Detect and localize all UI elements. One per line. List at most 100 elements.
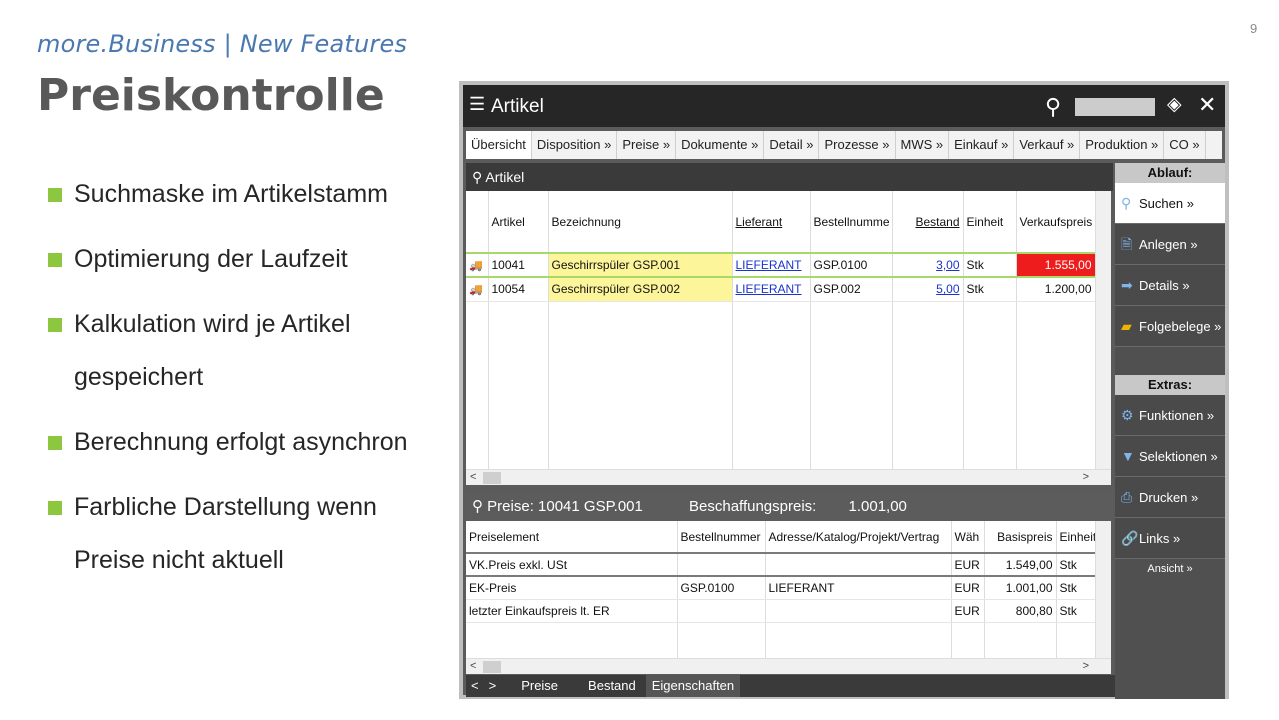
table-row[interactable]: VK.Preis exkl. USt EUR 1.549,00 Stk bbox=[466, 552, 1096, 577]
scroll-left-icon[interactable]: < bbox=[470, 660, 476, 672]
column-header[interactable]: Preiselement bbox=[466, 521, 678, 553]
details-button[interactable]: ➡ Details » bbox=[1115, 265, 1225, 306]
cell-bestand-link[interactable]: 3,00 bbox=[892, 252, 964, 278]
column-header[interactable]: Bestellnummer bbox=[677, 521, 766, 553]
cell-bestand-link[interactable]: 5,00 bbox=[892, 277, 964, 302]
cell-basispreis: 800,80 bbox=[984, 599, 1057, 623]
table-row[interactable]: 🚚 10054 Geschirrspüler GSP.002 LIEFERANT… bbox=[466, 277, 1096, 302]
right-action-panel: Ablauf: ⚲ Suchen » 🗎 Anlegen » ➡ Details » … bbox=[1115, 163, 1225, 699]
cell-preiselement: EK-Preis bbox=[466, 576, 678, 600]
tab-verkauf[interactable]: Verkauf » bbox=[1014, 131, 1081, 159]
cell-bestellnummer bbox=[677, 552, 766, 577]
tab-disposition[interactable]: Disposition » bbox=[532, 131, 618, 159]
gear-icon: ⚙ bbox=[1121, 407, 1134, 423]
tab-einkauf[interactable]: Einkauf » bbox=[949, 131, 1015, 159]
truck-icon: 🚚 bbox=[466, 277, 489, 302]
slide-subtitle: more.Business | New Features bbox=[37, 30, 408, 58]
bullet-item: Kalkulation wird je Artikel gespeichert bbox=[48, 298, 428, 404]
tab-co[interactable]: CO » bbox=[1164, 131, 1206, 159]
bullet-item: Farbliche Darstellung wenn Preise nicht … bbox=[48, 481, 428, 587]
artikel-section-header: ⚲ Artikel bbox=[466, 163, 1113, 191]
cell-einheit: Stk bbox=[1056, 576, 1096, 600]
bullet-square-icon bbox=[48, 501, 62, 515]
scroll-right-icon[interactable]: > bbox=[1083, 660, 1089, 672]
tab-preise[interactable]: Preise » bbox=[617, 131, 677, 159]
suchen-button[interactable]: ⚲ Suchen » bbox=[1115, 183, 1225, 224]
drucken-button[interactable]: ⎙ Drucken » bbox=[1115, 477, 1225, 518]
column-header[interactable]: Einheit bbox=[1056, 521, 1096, 553]
scroll-right-icon[interactable]: > bbox=[1083, 471, 1089, 483]
bottom-tab-eigenschaften[interactable]: Eigenschaften bbox=[645, 675, 741, 697]
funktionen-button[interactable]: ⚙ Funktionen » bbox=[1115, 395, 1225, 436]
cell-adresse bbox=[765, 599, 952, 623]
hamburger-icon[interactable]: ☰ bbox=[469, 94, 485, 115]
close-icon[interactable]: ✕ bbox=[1198, 92, 1216, 118]
next-tab-button[interactable]: > bbox=[484, 675, 502, 697]
scroll-thumb[interactable] bbox=[483, 472, 501, 484]
tab-dokumente[interactable]: Dokumente » bbox=[676, 131, 765, 159]
table-row[interactable]: letzter Einkaufspreis lt. ER EUR 800,80 … bbox=[466, 599, 1096, 623]
truck-icon: 🚚 bbox=[466, 252, 489, 278]
cell-einheit: Stk bbox=[1056, 552, 1096, 577]
table-header-row: Preiselement Bestellnummer Adresse/Katal… bbox=[466, 521, 1096, 553]
tab-produktion[interactable]: Produktion » bbox=[1080, 131, 1165, 159]
search-icon[interactable]: ⚲ bbox=[1045, 94, 1061, 120]
anlegen-button[interactable]: 🗎 Anlegen » bbox=[1115, 224, 1225, 265]
column-header[interactable]: Lieferant bbox=[732, 191, 811, 253]
scroll-thumb[interactable] bbox=[483, 661, 501, 673]
cell-lieferant-link[interactable]: LIEFERANT bbox=[732, 277, 811, 302]
cell-preiselement: letzter Einkaufspreis lt. ER bbox=[466, 599, 678, 623]
column-header[interactable]: Artikel bbox=[488, 191, 549, 253]
column-header[interactable]: Bestellnumme bbox=[810, 191, 893, 253]
column-header[interactable]: Adresse/Katalog/Projekt/Vertrag bbox=[765, 521, 952, 553]
bottom-tab-bestand[interactable]: Bestand bbox=[578, 675, 646, 697]
column-header[interactable]: Basispreis bbox=[984, 521, 1057, 553]
search-input[interactable] bbox=[1075, 98, 1155, 116]
tab-detail[interactable]: Detail » bbox=[764, 131, 820, 159]
table-row[interactable]: 🚚 10041 Geschirrspüler GSP.001 LIEFERANT… bbox=[466, 252, 1096, 278]
cell-bezeichnung: Geschirrspüler GSP.001 bbox=[548, 252, 733, 278]
tab-prozesse[interactable]: Prozesse » bbox=[819, 131, 896, 159]
folder-icon: ▰ bbox=[1121, 318, 1132, 334]
filter-icon: ▼ bbox=[1121, 448, 1135, 464]
preise-section-header: ⚲ Preise: 10041 GSP.001 Beschaffungsprei… bbox=[466, 493, 1113, 521]
slide-number: 9 bbox=[1250, 21, 1258, 36]
window-titlebar: ☰ Artikel ⚲ ◈ ✕ bbox=[463, 85, 1225, 127]
row-icon-header bbox=[466, 191, 489, 253]
bullet-list: Suchmaske im Artikelstamm Optimierung de… bbox=[48, 168, 428, 599]
column-header[interactable]: Einheit bbox=[963, 191, 1017, 253]
vertical-scrollbar[interactable] bbox=[1095, 191, 1111, 471]
slide-title: Preiskontrolle bbox=[37, 70, 385, 121]
artikel-grid: Artikel Bezeichnung Lieferant Bestellnum… bbox=[466, 191, 1111, 471]
horizontal-scrollbar[interactable]: < > bbox=[466, 469, 1111, 485]
bottom-tab-preise[interactable]: Preise bbox=[501, 675, 578, 697]
cell-waehrung: EUR bbox=[951, 552, 985, 577]
tab-mws[interactable]: MWS » bbox=[896, 131, 950, 159]
column-header[interactable]: Wäh bbox=[951, 521, 985, 553]
prev-tab-button[interactable]: < bbox=[466, 675, 484, 697]
column-header[interactable]: Bezeichnung bbox=[548, 191, 733, 253]
cell-bestellnummer: GSP.0100 bbox=[677, 576, 766, 600]
table-row[interactable]: EK-Preis GSP.0100 LIEFERANT EUR 1.001,00… bbox=[466, 576, 1096, 600]
cell-bezeichnung: Geschirrspüler GSP.002 bbox=[548, 277, 733, 302]
cell-einheit: Stk bbox=[963, 252, 1017, 278]
tab-uebersicht[interactable]: Übersicht bbox=[466, 131, 532, 159]
links-button[interactable]: 🔗Links » bbox=[1115, 518, 1225, 559]
cell-adresse: LIEFERANT bbox=[765, 576, 952, 600]
table-header-row: Artikel Bezeichnung Lieferant Bestellnum… bbox=[466, 191, 1096, 253]
column-header[interactable]: Bestand bbox=[892, 191, 964, 253]
bullet-item: Optimierung der Laufzeit bbox=[48, 233, 428, 286]
selektionen-button[interactable]: ▼ Selektionen » bbox=[1115, 436, 1225, 477]
horizontal-scrollbar[interactable]: < > bbox=[466, 658, 1111, 674]
tab-bar: Übersicht Disposition » Preise » Dokumen… bbox=[466, 131, 1222, 159]
cell-basispreis: 1.549,00 bbox=[984, 552, 1057, 577]
scroll-left-icon[interactable]: < bbox=[470, 471, 476, 483]
beschaffungspreis-label: Beschaffungspreis: bbox=[689, 498, 817, 515]
folgebelege-button[interactable]: ▰ Folgebelege » bbox=[1115, 306, 1225, 347]
cell-bestellnummer: GSP.002 bbox=[810, 277, 893, 302]
ansicht-button[interactable]: Ansicht » bbox=[1115, 563, 1225, 575]
layers-icon[interactable]: ◈ bbox=[1167, 93, 1182, 116]
vertical-scrollbar[interactable] bbox=[1095, 521, 1111, 659]
column-header[interactable]: Verkaufspreis bbox=[1016, 191, 1096, 253]
cell-lieferant-link[interactable]: LIEFERANT bbox=[732, 252, 811, 278]
